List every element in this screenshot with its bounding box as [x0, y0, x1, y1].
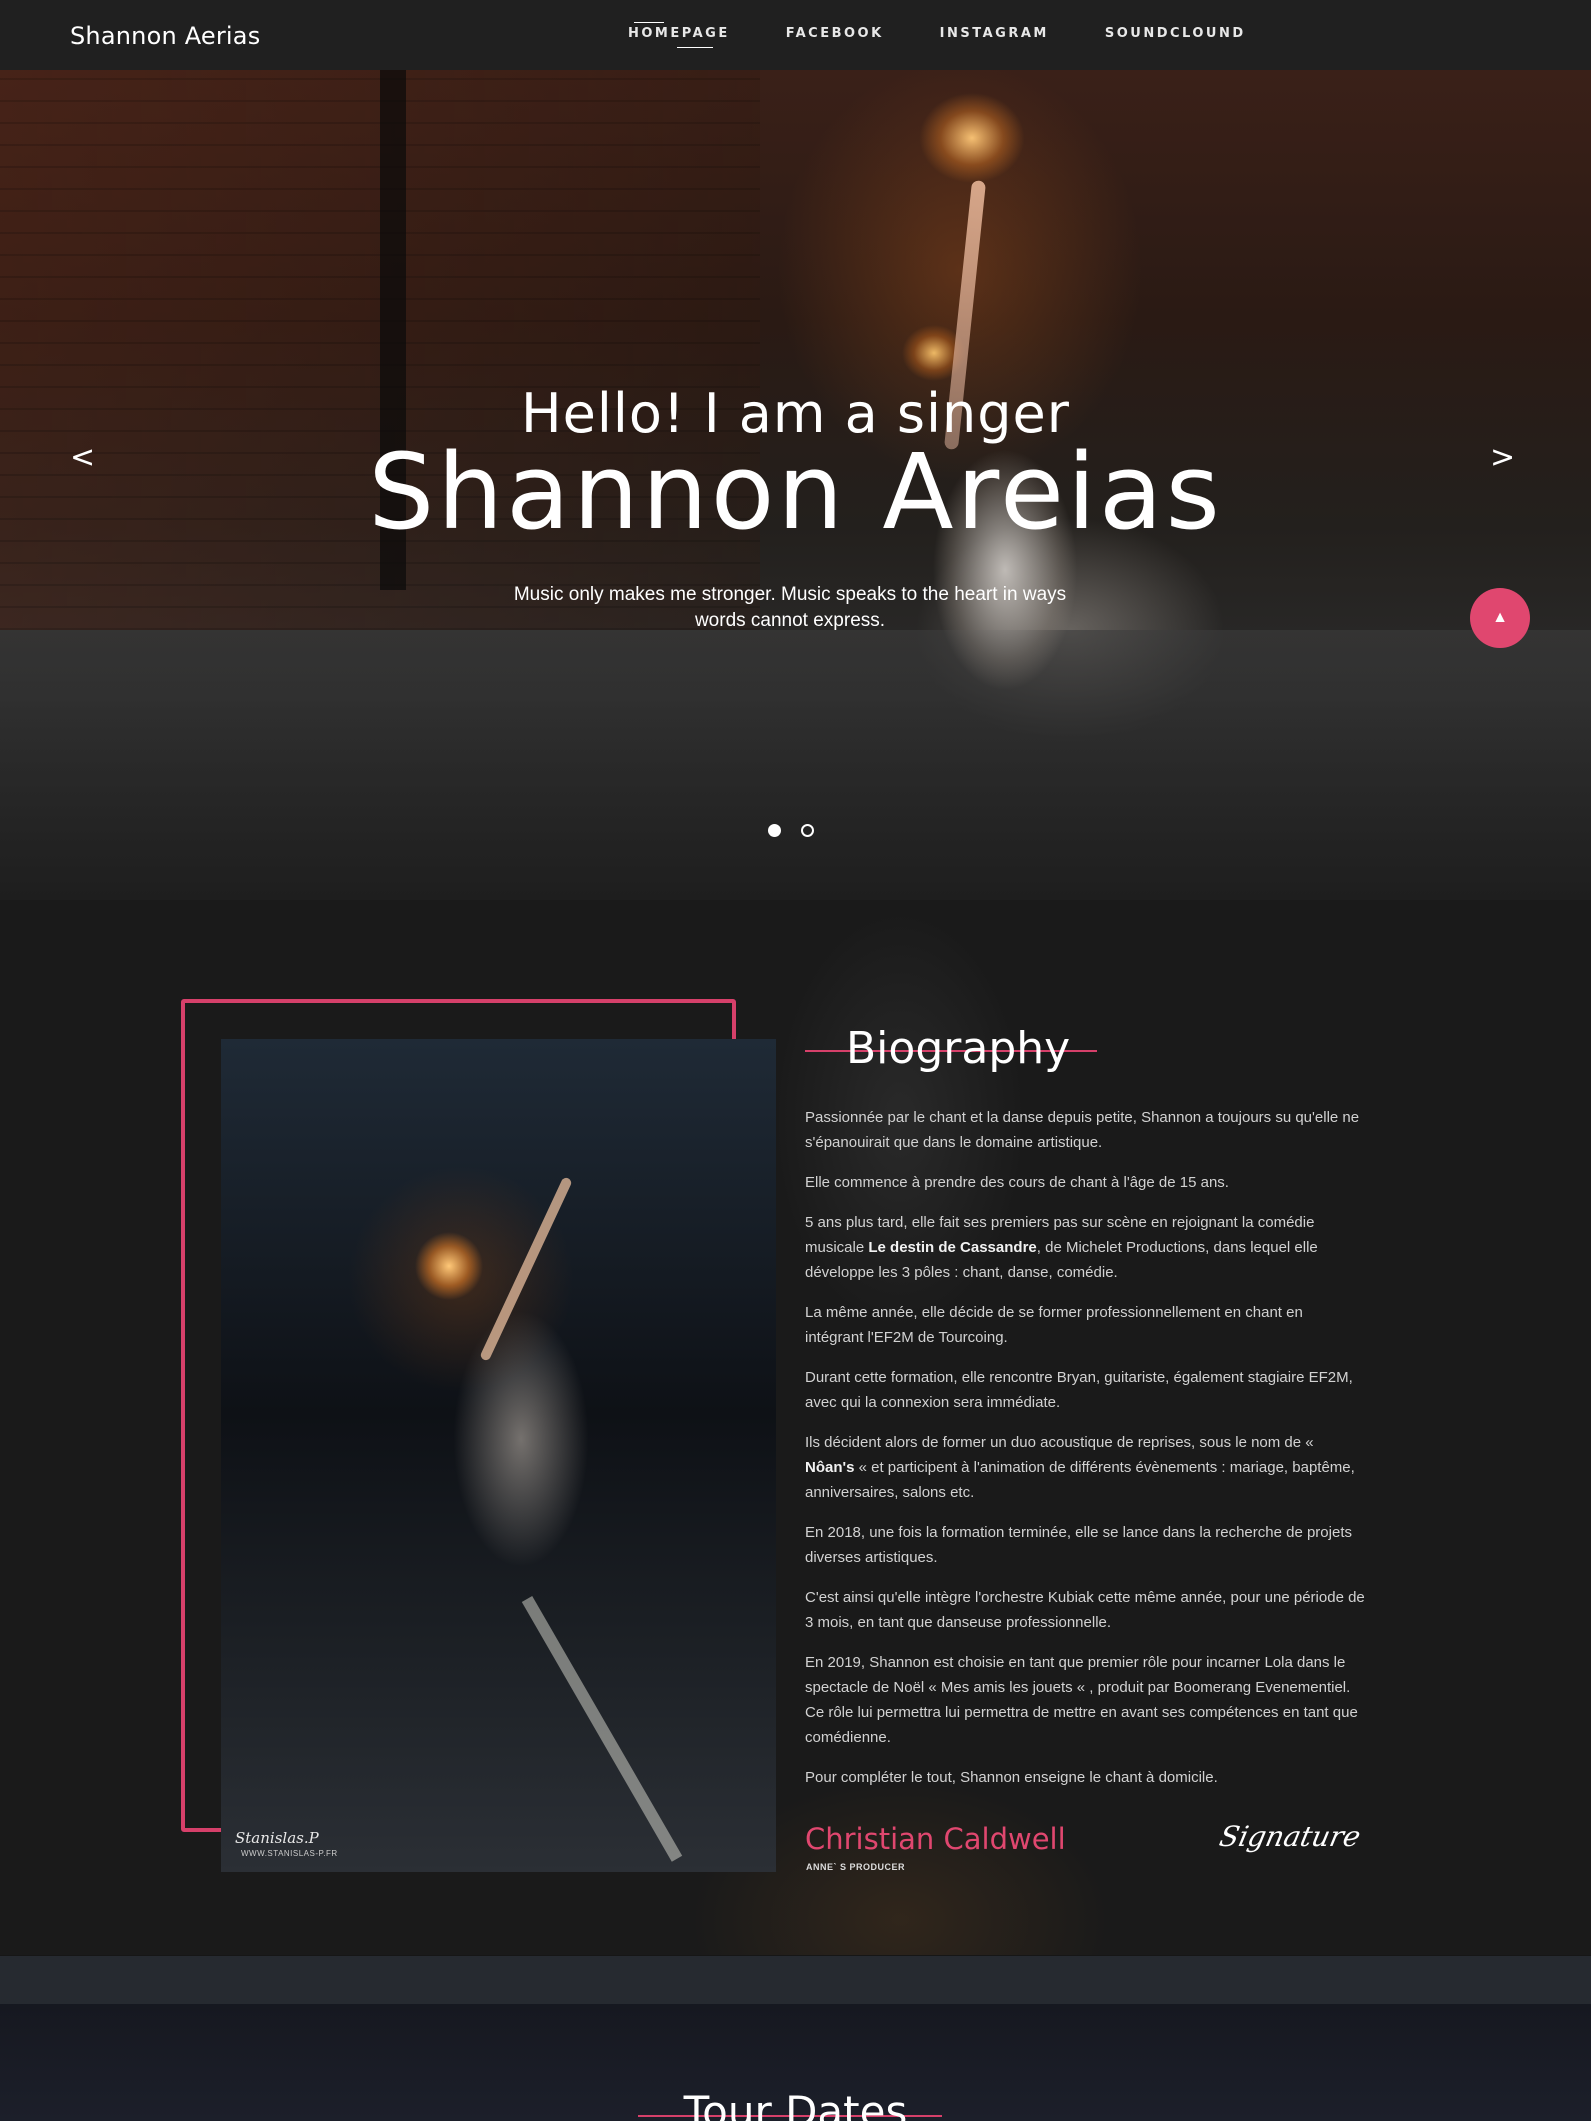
bio-show-name: Le destin de Cassandre	[868, 1239, 1037, 1256]
slider-prev-arrow-icon[interactable]: <	[70, 440, 95, 475]
main-menu: HOMEPAGE FACEBOOK INSTAGRAM SOUNDCLOUND	[600, 0, 1274, 70]
nav-item-instagram[interactable]: INSTAGRAM	[912, 0, 1077, 70]
signature-image: Signature	[1216, 1820, 1364, 1853]
tour-dates-title: Tour Dates	[683, 2087, 908, 2121]
hero-slider: Hello! I am a singer Shannon Areias Musi…	[0, 70, 1591, 900]
nav-item-soundclound[interactable]: SOUNDCLOUND	[1077, 0, 1274, 70]
biography-section: Stanislas.P WWW.STANISLAS-P.FR Biography…	[0, 900, 1591, 1955]
nav-item-homepage[interactable]: HOMEPAGE	[600, 0, 758, 70]
bio-paragraph: C'est ainsi qu'elle intègre l'orchestre …	[805, 1589, 1365, 1631]
nav-item-facebook[interactable]: FACEBOOK	[758, 0, 912, 70]
biography-photo: Stanislas.P WWW.STANISLAS-P.FR	[221, 1039, 776, 1872]
bio-paragraph: La même année, elle décide de se former …	[805, 1304, 1303, 1346]
bio-duo-name: Nôan's	[805, 1459, 855, 1476]
hero-description: Music only makes me stronger. Music spea…	[513, 584, 1067, 631]
site-brand[interactable]: Shannon Aerias	[70, 22, 260, 50]
bio-paragraph: Elle commence à prendre des cours de cha…	[805, 1174, 1229, 1191]
slider-dot-1[interactable]	[768, 824, 781, 837]
bio-paragraph: Pour compléter le tout, Shannon enseigne…	[805, 1769, 1218, 1786]
bio-paragraph-text: « et participent à l'animation de différ…	[805, 1459, 1355, 1501]
bio-paragraph: En 2018, une fois la formation terminée,…	[805, 1524, 1352, 1566]
bio-paragraph: En 2019, Shannon est choisie en tant que…	[805, 1654, 1358, 1746]
section-divider-band	[0, 1956, 1591, 2004]
photo-road-line	[521, 1596, 683, 1862]
bio-paragraph: Passionnée par le chant et la danse depu…	[805, 1109, 1360, 1151]
photo-watermark-url: WWW.STANISLAS-P.FR	[241, 1849, 338, 1858]
slider-next-arrow-icon[interactable]: >	[1490, 440, 1515, 475]
scroll-to-top-button[interactable]: ▲	[1470, 588, 1530, 648]
bio-paragraph: Durant cette formation, elle rencontre B…	[805, 1369, 1353, 1411]
hero-caption: Hello! I am a singer Shannon Areias Musi…	[0, 70, 1591, 900]
biography-title: Biography	[846, 1023, 1071, 1074]
bio-paragraph: Ils décident alors de former un duo acou…	[805, 1430, 1365, 1505]
bio-paragraph-text: Ils décident alors de former un duo acou…	[805, 1434, 1314, 1451]
photo-watermark: Stanislas.P	[235, 1829, 319, 1847]
slider-dot-2[interactable]	[801, 824, 814, 837]
biography-text: Passionnée par le chant et la danse depu…	[805, 1105, 1365, 1805]
photo-dancer-arm	[479, 1176, 573, 1362]
hero-title: Shannon Areias	[368, 431, 1223, 553]
slider-dots	[768, 824, 814, 837]
author-name: Christian Caldwell	[805, 1822, 1066, 1856]
top-navbar: Shannon Aerias HOMEPAGE FACEBOOK INSTAGR…	[0, 0, 1591, 70]
bio-paragraph: 5 ans plus tard, elle fait ses premiers …	[805, 1210, 1365, 1285]
author-role: ANNE` S PRODUCER	[806, 1862, 906, 1872]
